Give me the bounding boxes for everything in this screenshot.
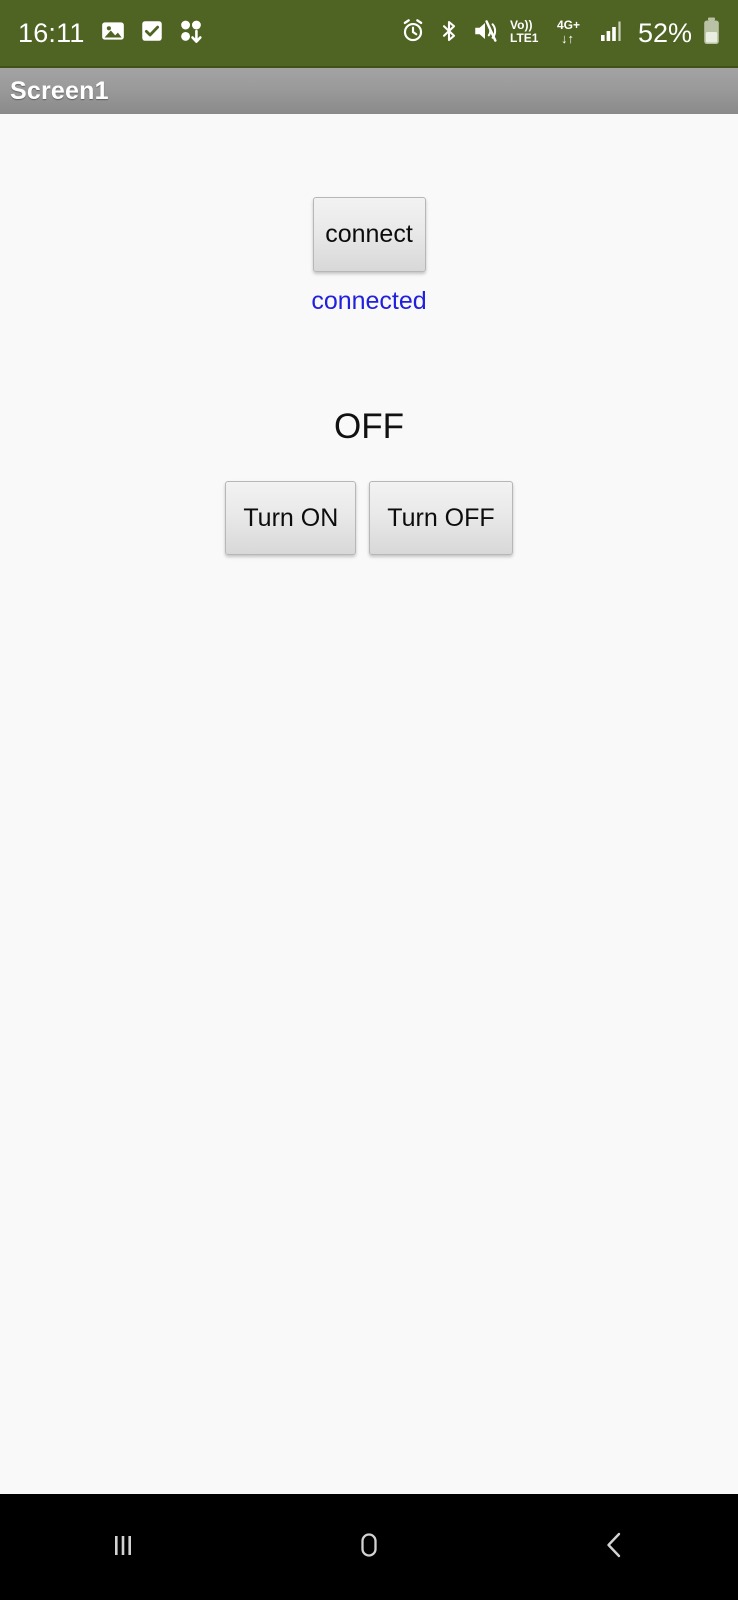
recents-button[interactable] bbox=[63, 1494, 183, 1600]
app-content: connect connected OFF Turn ON Turn OFF bbox=[0, 114, 738, 1494]
battery-percent-label: 52% bbox=[638, 20, 692, 47]
mobile-data-icon: 4G+ ↓↑ bbox=[556, 17, 588, 50]
home-button[interactable] bbox=[309, 1494, 429, 1600]
recents-icon bbox=[103, 1525, 143, 1570]
phone-screen: 16:11 bbox=[0, 0, 738, 1600]
app-title-bar: Screen1 bbox=[0, 66, 738, 114]
android-navigation-bar bbox=[0, 1494, 738, 1600]
mute-icon bbox=[472, 18, 498, 49]
status-bar-left-group: 16:11 bbox=[18, 18, 204, 49]
status-bar-right-group: Vo)) LTE1 4G+ ↓↑ 52% bbox=[400, 17, 720, 50]
svg-text:LTE1: LTE1 bbox=[510, 31, 539, 45]
battery-icon bbox=[703, 17, 720, 50]
back-chevron-icon bbox=[595, 1525, 635, 1570]
status-bar: 16:11 bbox=[0, 0, 738, 66]
svg-text:Vo)): Vo)) bbox=[510, 18, 532, 32]
home-icon bbox=[349, 1525, 389, 1570]
connect-button[interactable]: connect bbox=[313, 197, 426, 272]
bluetooth-icon bbox=[437, 18, 461, 49]
checkbox-icon bbox=[139, 18, 165, 49]
status-bar-clock: 16:11 bbox=[18, 20, 87, 47]
device-state-label: OFF bbox=[334, 409, 404, 444]
image-icon bbox=[100, 18, 126, 49]
app-download-icon bbox=[178, 18, 204, 49]
signal-bars-icon bbox=[599, 18, 625, 49]
toggle-button-row: Turn ON Turn OFF bbox=[225, 481, 512, 555]
screen-title: Screen1 bbox=[0, 77, 109, 106]
volte-icon: Vo)) LTE1 bbox=[509, 17, 545, 50]
alarm-clock-icon bbox=[400, 18, 426, 49]
back-button[interactable] bbox=[555, 1494, 675, 1600]
turn-off-button[interactable]: Turn OFF bbox=[369, 481, 512, 555]
turn-on-button[interactable]: Turn ON bbox=[225, 481, 356, 555]
svg-text:↓↑: ↓↑ bbox=[561, 31, 574, 45]
connection-status-label: connected bbox=[311, 289, 426, 314]
svg-text:4G+: 4G+ bbox=[557, 18, 580, 32]
